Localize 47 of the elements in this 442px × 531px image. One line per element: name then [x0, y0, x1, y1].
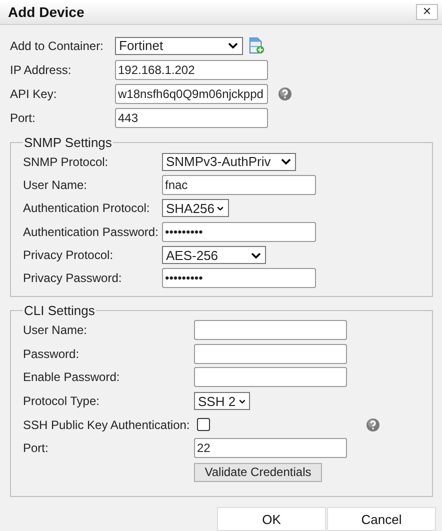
dropdown[interactable]: SSH 2 — [194, 392, 250, 410]
input-field[interactable] — [194, 344, 347, 364]
input-field[interactable]: ••••••••• — [162, 268, 316, 288]
caret-icon — [217, 204, 224, 212]
dropdown[interactable]: Fortinet — [115, 36, 243, 55]
field-label: SSH Public Key Authentication: — [23, 418, 191, 432]
caret-icon — [281, 158, 291, 166]
field-label: Add to Container: — [10, 38, 104, 53]
field-label: API Key: — [10, 86, 58, 101]
input-field[interactable]: w18nsfh6q0Q9m06njckppd — [115, 84, 268, 104]
field-label: Authentication Password: — [23, 224, 160, 239]
field-label: Password: — [23, 346, 80, 361]
help-icon[interactable] — [366, 418, 380, 432]
caret-icon — [228, 42, 238, 50]
checkbox[interactable] — [197, 418, 210, 432]
caret-icon — [251, 252, 261, 259]
input-field[interactable] — [194, 320, 347, 340]
dropdown[interactable]: AES-256 — [162, 246, 266, 264]
ok-button[interactable]: OK — [217, 507, 326, 531]
validate-button[interactable]: Validate Credentials — [194, 462, 322, 482]
field-label: User Name: — [23, 323, 88, 338]
section-title: SNMP Settings — [23, 134, 113, 150]
add-document-icon[interactable] — [249, 37, 265, 54]
field-label: Privacy Password: — [23, 271, 123, 286]
dropdown[interactable]: SNMPv3-AuthPriv — [162, 152, 296, 171]
field-label: Privacy Protocol: — [23, 248, 114, 262]
field-label: Authentication Protocol: — [23, 201, 151, 216]
field-label: SNMP Protocol: — [23, 154, 110, 169]
field-label: User Name: — [23, 178, 88, 192]
section-title: CLI Settings — [23, 303, 96, 318]
window-title: Add Device — [8, 4, 84, 20]
field-label: Port: — [23, 441, 50, 456]
caret-icon — [238, 398, 245, 405]
close-button[interactable]: ✕ — [416, 4, 438, 20]
cancel-button[interactable]: Cancel — [327, 507, 436, 531]
input-field[interactable]: ••••••••• — [162, 222, 316, 242]
input-field[interactable]: 22 — [194, 438, 347, 458]
help-icon[interactable] — [278, 86, 292, 101]
input-field[interactable]: 192.168.1.202 — [115, 60, 268, 80]
field-label: Protocol Type: — [23, 394, 100, 408]
dropdown[interactable]: SHA256 — [162, 199, 229, 218]
input-field[interactable]: 443 — [115, 108, 268, 128]
field-label: IP Address: — [10, 62, 72, 77]
field-label: Enable Password: — [23, 370, 121, 384]
input-field[interactable]: fnac — [162, 174, 316, 195]
field-label: Port: — [10, 110, 36, 125]
input-field[interactable] — [194, 367, 347, 388]
